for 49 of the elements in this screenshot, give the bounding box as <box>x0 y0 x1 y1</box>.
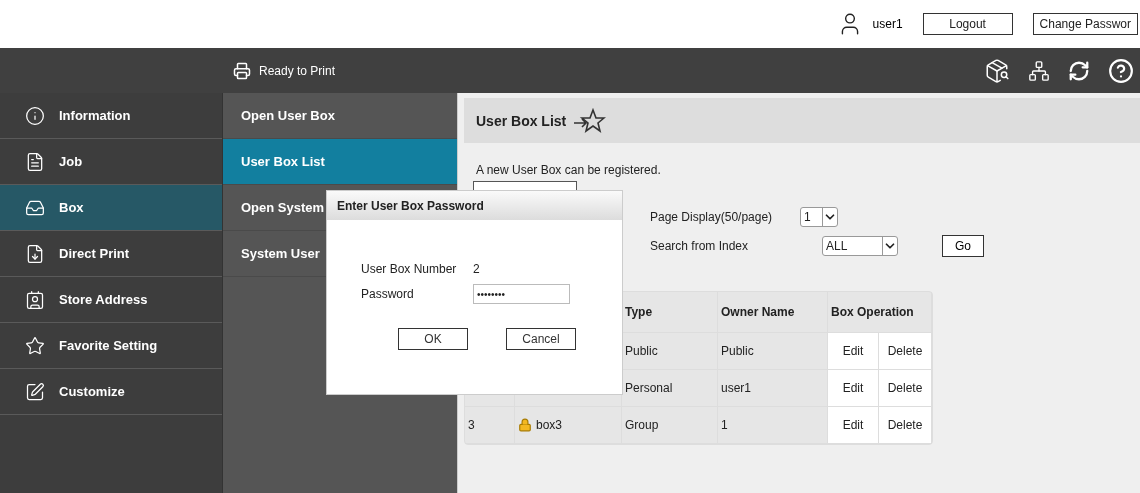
sidebar-label: Store Address <box>59 292 148 307</box>
sidebar-item[interactable]: Box <box>0 185 222 231</box>
table-cell: Group <box>622 407 718 444</box>
box-search-icon[interactable] <box>984 57 1010 84</box>
index-select[interactable]: ALL <box>822 236 898 256</box>
logout-button[interactable]: Logout <box>922 13 1013 35</box>
user-name: user1 <box>872 17 903 31</box>
delete-button[interactable]: Delete <box>879 370 932 407</box>
page-title: User Box List <box>476 112 567 129</box>
table-cell: 3 <box>465 407 515 444</box>
sidebar-label: Customize <box>59 384 125 399</box>
edit-button[interactable]: Edit <box>828 407 879 444</box>
go-button[interactable]: Go <box>942 235 984 257</box>
cancel-button[interactable]: Cancel <box>506 328 576 350</box>
star-icon <box>25 335 45 356</box>
page-display-label: Page Display(50/page) <box>650 210 774 224</box>
arrow-star-icon[interactable] <box>572 107 607 134</box>
dialog-title: Enter User Box Password <box>327 191 622 220</box>
edit-button[interactable]: Edit <box>828 370 879 407</box>
submenu-item[interactable]: User Box List <box>223 139 457 185</box>
help-icon[interactable] <box>1108 57 1134 84</box>
delete-button[interactable]: Delete <box>879 407 932 444</box>
ok-button[interactable]: OK <box>398 328 468 350</box>
field-label: User Box Number <box>361 262 458 276</box>
edit-icon <box>25 381 45 402</box>
page-select[interactable]: 1 <box>800 207 838 227</box>
password-field[interactable]: •••••••• <box>473 284 570 304</box>
status-text: Ready to Print <box>259 63 336 78</box>
sidebar-label: Favorite Setting <box>59 338 158 353</box>
refresh-icon[interactable] <box>1068 59 1090 82</box>
sidebar-label: Direct Print <box>59 246 130 261</box>
edit-button[interactable]: Edit <box>828 333 879 370</box>
column-header: Owner Name <box>718 292 828 333</box>
sidebar-label: Job <box>59 154 83 169</box>
field-label: Password <box>361 287 415 301</box>
contact-icon <box>25 289 45 310</box>
printer-icon <box>233 61 251 80</box>
box-name: box3 <box>536 418 563 432</box>
document-icon <box>25 151 45 172</box>
field-value: 2 <box>473 262 481 276</box>
sidebar-label: Box <box>59 200 84 215</box>
change-password-button[interactable]: Change Passwor <box>1032 13 1138 35</box>
info-icon <box>25 105 45 126</box>
notice-text: A new User Box can be registered. <box>476 163 662 177</box>
sidebar-label: Information <box>59 108 131 123</box>
delete-button[interactable]: Delete <box>879 333 932 370</box>
network-icon[interactable] <box>1028 59 1050 82</box>
search-index-label: Search from Index <box>650 239 750 253</box>
download-icon <box>25 243 45 264</box>
